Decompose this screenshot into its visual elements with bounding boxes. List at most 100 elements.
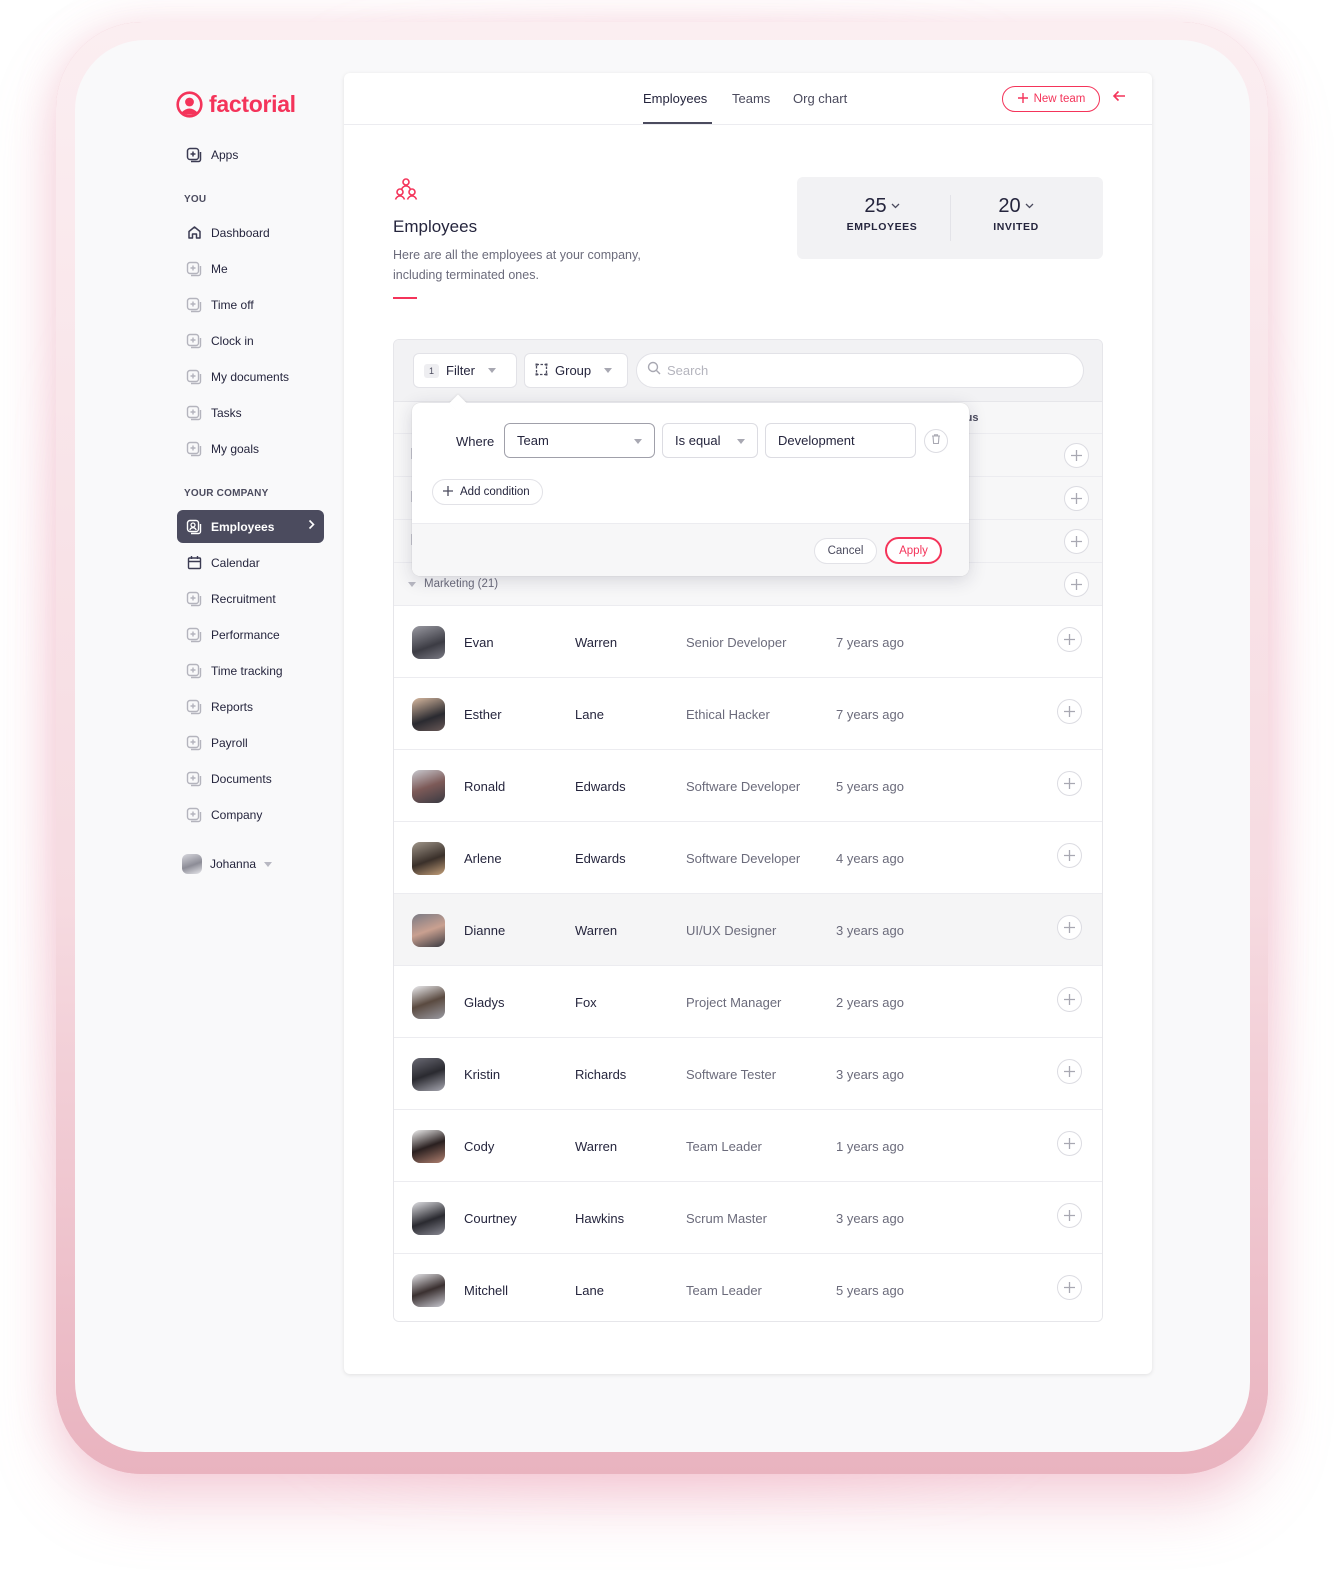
table-row[interactable]: Gladys Fox Project Manager 2 years ago (394, 966, 1102, 1038)
add-button[interactable] (1057, 1131, 1082, 1156)
sidebar-item-label: Performance (211, 627, 280, 642)
table-row[interactable]: Kristin Richards Software Tester 3 years ag… (394, 1038, 1102, 1110)
sidebar-item-my-documents[interactable]: My documents (177, 360, 324, 393)
table-row[interactable]: Cody Warren Team Leader 1 years ago (394, 1110, 1102, 1182)
avatar (412, 842, 445, 875)
table-row[interactable]: Mitchell Lane Team Leader 5 years ago (394, 1254, 1102, 1321)
first-name: Arlene (464, 851, 502, 866)
sidebar-item-payroll[interactable]: Payroll (177, 726, 324, 759)
sidebar-item-label: Payroll (211, 735, 248, 750)
add-button[interactable] (1064, 486, 1089, 511)
tab-org-chart[interactable]: Org chart (793, 91, 847, 106)
stat-employees-value: 25 (864, 195, 887, 217)
table-row[interactable]: Evan Warren Senior Developer 7 years ago (394, 606, 1102, 678)
table-row[interactable]: Ronald Edwards Software Developer 5 years a… (394, 750, 1102, 822)
last-name: Edwards (575, 779, 626, 794)
filter-button[interactable]: 1 Filter (413, 353, 517, 388)
apply-button[interactable]: Apply (885, 537, 942, 564)
field-select[interactable]: Team (504, 423, 655, 458)
sidebar-item-label: My goals (211, 441, 260, 456)
sidebar-item-label: Clock in (211, 333, 254, 348)
last-name: Fox (575, 995, 597, 1010)
add-button[interactable] (1064, 529, 1089, 554)
last-name: Hawkins (575, 1211, 625, 1226)
table-row[interactable]: Arlene Edwards Software Developer 4 years a… (394, 822, 1102, 894)
table-row[interactable]: Courtney Hawkins Scrum Master 3 years ago (394, 1182, 1102, 1254)
job-title: Software Developer (686, 779, 801, 794)
add-button[interactable] (1064, 443, 1089, 468)
add-button[interactable] (1057, 1275, 1082, 1300)
delete-condition-button[interactable] (924, 429, 948, 453)
operator-select[interactable]: Is equal (662, 423, 758, 458)
avatar (412, 914, 445, 947)
main-panel: Employees Teams Org chart New team Emplo… (344, 73, 1152, 1374)
add-condition-button[interactable]: Add condition (432, 479, 543, 505)
sidebar-item-apps[interactable]: Apps (177, 138, 324, 171)
app-icon (186, 333, 202, 349)
sidebar-item-calendar[interactable]: Calendar (177, 546, 324, 579)
active-tab-indicator (643, 122, 712, 124)
table-row[interactable]: Esther Lane Ethical Hacker 7 years ago (394, 678, 1102, 750)
sidebar-item-tasks[interactable]: Tasks (177, 396, 324, 429)
app-icon (186, 699, 202, 715)
add-button[interactable] (1057, 915, 1082, 940)
sidebar-item-recruitment[interactable]: Recruitment (177, 582, 324, 615)
add-button[interactable] (1064, 572, 1089, 597)
seniority: 3 years ago (836, 923, 904, 938)
app-icon (186, 441, 202, 457)
first-name: Mitchell (464, 1283, 509, 1298)
tab-teams[interactable]: Teams (732, 91, 770, 106)
sidebar-item-my-goals[interactable]: My goals (177, 432, 324, 465)
stat-employees[interactable]: 25 EMPLOYEES (807, 195, 957, 233)
app-icon (186, 591, 202, 607)
first-name: Evan (464, 635, 494, 650)
add-button[interactable] (1057, 1203, 1082, 1228)
seniority: 7 years ago (836, 635, 904, 650)
sidebar-item-me[interactable]: Me (177, 252, 324, 285)
sidebar-item-time-tracking[interactable]: Time tracking (177, 654, 324, 687)
add-button[interactable] (1057, 1059, 1082, 1084)
sidebar-item-documents[interactable]: Documents (177, 762, 324, 795)
seniority: 1 years ago (836, 1139, 904, 1154)
sidebar-item-company[interactable]: Company (177, 798, 324, 831)
group-button[interactable]: Group (524, 353, 628, 388)
arrow-left-icon[interactable] (1112, 89, 1126, 108)
sidebar-item-employees[interactable]: Employees (177, 510, 324, 543)
seniority: 5 years ago (836, 779, 904, 794)
tab-employees[interactable]: Employees (643, 91, 707, 106)
avatar (412, 626, 445, 659)
factorial-logo[interactable]: factorial (176, 91, 296, 118)
section-title-you: YOU (184, 194, 207, 205)
sidebar-item-reports[interactable]: Reports (177, 690, 324, 723)
add-button[interactable] (1057, 843, 1082, 868)
sidebar-item-time-off[interactable]: Time off (177, 288, 324, 321)
new-team-button[interactable]: New team (1002, 86, 1100, 112)
search-input[interactable] (667, 363, 1067, 378)
stat-invited[interactable]: 20 INVITED (941, 195, 1091, 233)
caret-down-icon (604, 368, 613, 373)
table-row[interactable]: Dianne Warren UI/UX Designer 3 years ago (394, 894, 1102, 966)
field-select-value: Team (517, 433, 549, 448)
avatar (412, 986, 445, 1019)
add-button[interactable] (1057, 627, 1082, 652)
add-button[interactable] (1057, 987, 1082, 1012)
last-name: Warren (575, 635, 618, 650)
user-icon (186, 519, 202, 535)
plus-icon (1017, 92, 1029, 107)
app-icon (186, 663, 202, 679)
app-icon (186, 297, 202, 313)
add-button[interactable] (1057, 771, 1082, 796)
job-title: Project Manager (686, 995, 782, 1010)
chevron-right-icon (308, 519, 315, 533)
value-input[interactable] (765, 423, 916, 458)
sidebar-item-performance[interactable]: Performance (177, 618, 324, 651)
app-icon (186, 735, 202, 751)
cancel-button[interactable]: Cancel (814, 538, 877, 564)
sidebar-item-dashboard[interactable]: Dashboard (177, 216, 324, 249)
search-box[interactable] (636, 353, 1084, 388)
add-button[interactable] (1057, 699, 1082, 724)
sidebar-item-clock-in[interactable]: Clock in (177, 324, 324, 357)
app-icon (186, 369, 202, 385)
user-menu[interactable]: Johanna (182, 854, 273, 874)
seniority: 3 years ago (836, 1067, 904, 1082)
